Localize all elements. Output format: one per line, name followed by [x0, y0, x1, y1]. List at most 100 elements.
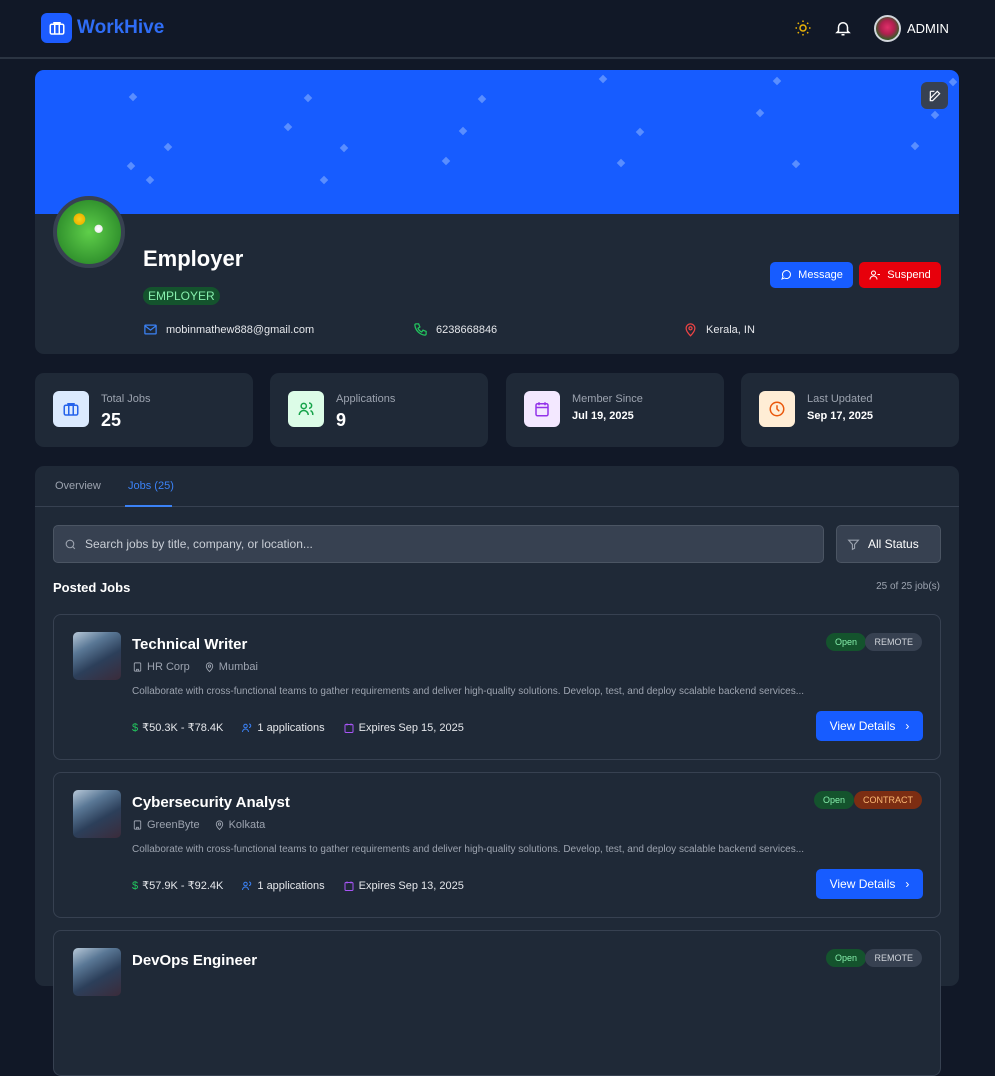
banner-diamond — [458, 126, 468, 136]
job-type-badge: REMOTE — [865, 633, 922, 651]
stat-member-since: Member Since Jul 19, 2025 — [506, 373, 724, 447]
banner-diamond — [598, 74, 608, 84]
banner-diamond — [128, 92, 138, 102]
view-details-button[interactable]: View Details › — [816, 869, 923, 899]
banner-diamond — [283, 122, 293, 132]
job-description: Collaborate with cross-functional teams … — [132, 686, 805, 697]
phone-text: 6238668846 — [436, 323, 498, 336]
banner-diamond — [339, 143, 349, 153]
profile-avatar — [53, 196, 125, 268]
job-title[interactable]: Cybersecurity Analyst — [132, 794, 290, 811]
banner-diamond — [303, 93, 313, 103]
banner-diamond — [930, 110, 940, 120]
posted-jobs-title: Posted Jobs — [53, 580, 131, 595]
banner-diamond — [791, 159, 801, 169]
job-type-badge: REMOTE — [865, 949, 922, 967]
user-minus-icon — [869, 270, 881, 280]
banner-diamond — [477, 94, 487, 104]
clock-icon — [759, 391, 795, 427]
message-icon — [781, 270, 792, 280]
banner-diamond — [126, 161, 136, 171]
dollar-icon: $ — [132, 721, 139, 734]
stat-value: Jul 19, 2025 — [572, 410, 634, 422]
status-badge: Open — [825, 949, 866, 967]
top-navbar: WorkHive ADMIN — [0, 0, 995, 59]
stat-last-updated: Last Updated Sep 17, 2025 — [741, 373, 959, 447]
job-title[interactable]: Technical Writer — [132, 636, 247, 653]
stat-label: Total Jobs — [101, 393, 151, 405]
active-tab-indicator — [125, 505, 172, 507]
job-company: GreenByte — [147, 819, 200, 831]
filter-icon — [847, 539, 860, 550]
contact-email: mobinmathew888@gmail.com — [143, 322, 314, 337]
stat-value: 9 — [336, 410, 347, 430]
tab-jobs[interactable]: Jobs (25) — [128, 480, 174, 492]
job-footer: $ ₹50.3K - ₹78.4K 1 applications Expires Se… — [132, 721, 464, 735]
role-badge: EMPLOYER — [143, 287, 220, 305]
job-card[interactable]: DevOps Engineer Open REMOTE — [53, 930, 941, 1076]
jobs-count: 25 of 25 job(s) — [876, 581, 940, 592]
suspend-button[interactable]: Suspend — [859, 262, 941, 288]
banner-diamond — [755, 108, 765, 118]
briefcase-icon[interactable] — [41, 13, 72, 43]
profile-banner — [35, 70, 959, 214]
job-image — [73, 790, 121, 838]
stat-label: Last Updated — [807, 393, 873, 405]
location-text: Kerala, IN — [706, 323, 755, 336]
job-applications: 1 applications — [257, 721, 325, 734]
search-icon — [65, 539, 76, 549]
bell-icon[interactable] — [834, 19, 852, 37]
user-name[interactable]: ADMIN — [907, 21, 949, 36]
calendar-icon — [344, 881, 354, 891]
status-badge: Open — [813, 791, 854, 809]
tab-overview[interactable]: Overview — [55, 480, 101, 492]
job-location: Kolkata — [228, 819, 266, 831]
users-icon — [288, 391, 324, 427]
view-details-button[interactable]: View Details › — [816, 711, 923, 741]
map-pin-icon — [685, 323, 696, 337]
stat-label: Member Since — [572, 393, 643, 405]
users-icon — [242, 881, 252, 890]
chevron-right-icon: › — [905, 877, 910, 891]
phone-icon — [414, 323, 427, 336]
job-search-input[interactable]: Search jobs by title, company, or locati… — [53, 525, 824, 563]
calendar-icon — [344, 723, 354, 733]
banner-diamond — [616, 158, 626, 168]
status-filter-select[interactable]: All Status — [836, 525, 941, 563]
user-avatar[interactable] — [874, 15, 901, 42]
edit-banner-button[interactable] — [921, 82, 948, 109]
job-salary: ₹57.9K - ₹92.4K — [142, 880, 224, 892]
contact-phone: 6238668846 — [413, 322, 497, 337]
building-icon — [133, 662, 142, 672]
map-pin-icon — [215, 820, 223, 831]
job-applications: 1 applications — [257, 879, 325, 892]
sun-icon[interactable] — [794, 19, 812, 37]
job-card[interactable]: Cybersecurity Analyst Open CONTRACT Gree… — [53, 772, 941, 918]
building-icon — [133, 820, 142, 830]
view-details-label: View Details — [829, 877, 896, 891]
stat-total-jobs: Total Jobs 25 — [35, 373, 253, 447]
job-meta: GreenByte Kolkata — [132, 819, 265, 831]
banner-diamond — [319, 175, 329, 185]
status-badge: Open — [825, 633, 866, 651]
banner-diamond — [910, 141, 920, 151]
calendar-icon — [524, 391, 560, 427]
job-image — [73, 632, 121, 680]
job-title[interactable]: DevOps Engineer — [132, 952, 257, 969]
stat-applications: Applications 9 — [270, 373, 488, 447]
job-expires: Expires Sep 15, 2025 — [358, 721, 464, 734]
message-label: Message — [798, 269, 843, 281]
job-type-badge: CONTRACT — [854, 791, 922, 809]
stat-value: 25 — [101, 410, 122, 430]
email-text: mobinmathew888@gmail.com — [166, 323, 315, 336]
job-card[interactable]: Technical Writer Open REMOTE HR Corp Mumb… — [53, 614, 941, 760]
chevron-right-icon: › — [905, 719, 910, 733]
banner-diamond — [163, 142, 173, 152]
brand-name[interactable]: WorkHive — [77, 17, 164, 39]
job-description: Collaborate with cross-functional teams … — [132, 844, 805, 855]
view-details-label: View Details — [829, 719, 896, 733]
job-location: Mumbai — [218, 661, 258, 673]
banner-diamond — [145, 175, 155, 185]
job-company: HR Corp — [147, 661, 190, 673]
message-button[interactable]: Message — [770, 262, 853, 288]
